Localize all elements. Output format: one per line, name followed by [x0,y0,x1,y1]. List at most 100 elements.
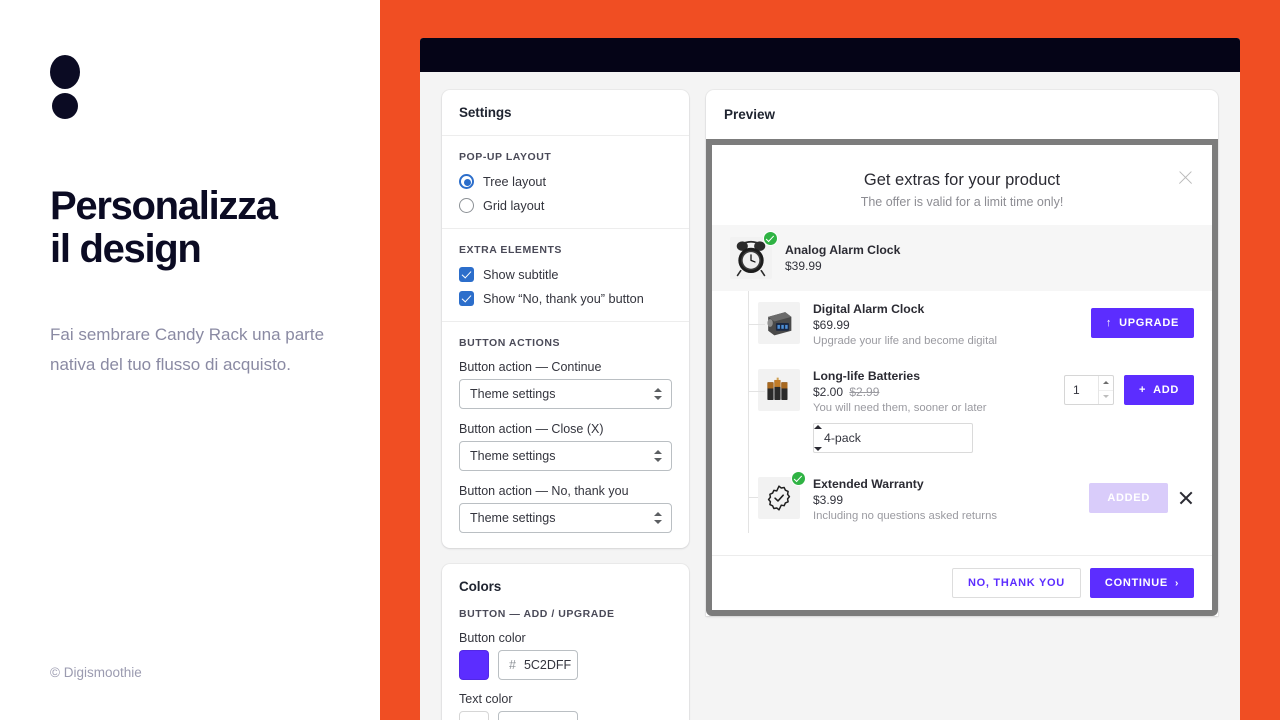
orange-stage: Settings POP-UP LAYOUT Tree layout Grid … [380,0,1280,720]
button-color-hex-value: 5C2DFF [523,658,572,672]
settings-title: Settings [459,105,512,120]
browser-top-bar [420,38,1240,72]
checkbox-show-subtitle-label: Show subtitle [483,267,559,282]
quantity-value: 1 [1072,383,1080,397]
offer-actions: 1 + ADD [1063,369,1194,405]
continue-button[interactable]: CONTINUE › [1089,568,1194,598]
stepper-increment-icon[interactable] [1099,376,1113,390]
logo-dot-top [50,55,80,89]
button-color-row: # 5C2DFF [459,650,672,680]
no-thank-you-button[interactable]: NO, THANK YOU [952,568,1081,598]
colors-card: Colors BUTTON — ADD / UPGRADE Button col… [442,564,689,720]
page-root: Personalizza il design Fai sembrare Cand… [0,0,1280,720]
settings-header-section: Settings [442,90,689,135]
added-button: ADDED [1089,483,1168,513]
close-icon[interactable] [1177,169,1194,186]
check-badge-icon [763,231,778,246]
add-button[interactable]: + ADD [1123,375,1194,405]
settings-card: Settings POP-UP LAYOUT Tree layout Grid … [442,90,689,548]
batteries-image [758,369,800,411]
chevron-updown-icon [654,387,662,401]
popup-title: Get extras for your product [863,171,1061,189]
variant-select[interactable]: 4-pack [813,423,973,453]
radio-grid-layout-label: Grid layout [483,198,545,213]
continue-button-label: CONTINUE [1104,577,1168,589]
checkbox-show-no-thank-you[interactable]: Show “No, thank you” button [459,291,672,306]
parent-product-price: $39.99 [785,259,822,273]
button-color-swatch[interactable] [459,650,489,680]
upgrade-button-label: UPGRADE [1119,317,1179,329]
colors-section: Colors BUTTON — ADD / UPGRADE Button col… [442,564,689,720]
popup-footer: NO, THANK YOU CONTINUE › [712,555,1212,610]
checkbox-icon-checked [459,267,474,282]
colors-group-label: BUTTON — ADD / UPGRADE [459,608,615,620]
app-body: Settings POP-UP LAYOUT Tree layout Grid … [420,72,1240,720]
offer-description: You will need them, sooner or later [813,402,987,414]
button-color-hex-input[interactable]: # 5C2DFF [498,650,578,680]
offer-row-long-life-batteries: Long-life Batteries $2.00 $2.99 You will… [730,358,1212,464]
offer-info-extended-warranty: Extended Warranty $3.99 Including no que… [813,477,1076,522]
select-action-no-thank-you[interactable]: Theme settings [459,503,672,533]
select-action-close-value: Theme settings [470,449,556,463]
label-action-close: Button action — Close (X) [459,422,604,436]
text-color-swatch[interactable] [459,711,489,720]
offer-row-digital-alarm-clock: Digital Alarm Clock $69.99 Upgrade your … [730,291,1212,358]
hash-symbol: # [509,658,516,672]
checkbox-icon-checked [459,291,474,306]
promo-panel: Personalizza il design Fai sembrare Cand… [0,0,380,720]
popup-header: Get extras for your product The offer is… [712,145,1212,225]
radio-tree-layout-label: Tree layout [483,174,546,189]
offer-price: $2.00 [813,385,844,399]
extra-elements-section: EXTRA ELEMENTS Show subtitle Show “No, t… [442,228,689,321]
text-color-hex-input[interactable]: # FFFFFF [498,711,578,720]
upsell-popup: Get extras for your product The offer is… [712,145,1212,610]
tree-branch-line [748,324,765,325]
warranty-thumb-wrap [758,471,806,519]
stepper-decrement-icon[interactable] [1098,389,1113,405]
offer-name: Long-life Batteries [813,369,920,383]
extra-elements-label: EXTRA ELEMENTS [459,244,562,256]
select-action-continue[interactable]: Theme settings [459,379,672,409]
offer-price: $3.99 [813,493,844,507]
preview-title: Preview [724,107,776,122]
offer-name: Digital Alarm Clock [813,302,925,316]
offer-actions: ↑ UPGRADE [1090,302,1194,338]
browser-mockup: Settings POP-UP LAYOUT Tree layout Grid … [420,38,1240,720]
chevron-updown-icon [654,511,662,525]
offer-description: Including no questions asked returns [813,510,998,522]
arrow-up-icon: ↑ [1105,317,1113,329]
checkbox-show-no-thank-you-label: Show “No, thank you” button [483,291,644,306]
radio-grid-layout[interactable]: Grid layout [459,198,672,213]
offer-row-extended-warranty: Extended Warranty $3.99 Including no que… [730,464,1212,533]
preview-column: Preview Get extras for your product The … [706,90,1218,720]
parent-product-row: Analog Alarm Clock $39.99 [712,225,1212,291]
tree-branch-line [748,391,765,392]
offers-tree: Digital Alarm Clock $69.99 Upgrade your … [712,291,1212,533]
plus-icon: + [1138,384,1147,396]
select-action-continue-value: Theme settings [470,387,556,401]
check-badge-icon [791,471,806,486]
quantity-stepper[interactable]: 1 [1063,375,1114,405]
upgrade-button[interactable]: ↑ UPGRADE [1090,308,1194,338]
select-action-close[interactable]: Theme settings [459,441,672,471]
offer-price-wrap: $2.00 $2.99 [813,385,1051,399]
parent-product-name: Analog Alarm Clock [785,243,901,257]
radio-tree-layout[interactable]: Tree layout [459,174,672,189]
select-action-no-thank-you-value: Theme settings [470,511,556,525]
popup-subtitle: The offer is valid for a limit time only… [860,195,1064,209]
offer-price: $69.99 [813,318,850,332]
page-title: Personalizza il design [50,184,360,272]
offer-actions: ADDED [1089,477,1194,513]
text-color-row: # FFFFFF [459,711,672,720]
checkbox-show-subtitle[interactable]: Show subtitle [459,267,672,282]
promo-subtitle: Fai sembrare Candy Rack una parte nativa… [50,325,325,375]
label-text-color: Text color [459,692,513,706]
popup-body: Analog Alarm Clock $39.99 Digital Alarm … [712,225,1212,555]
digismoothie-logo [50,55,84,121]
promo-title-line1: Personalizza [50,184,278,228]
promo-title-line2: il design [50,227,202,272]
label-action-continue: Button action — Continue [459,360,602,374]
offer-old-price: $2.99 [849,385,880,399]
remove-offer-close-icon[interactable] [1178,490,1194,506]
digital-alarm-clock-image [758,302,800,344]
